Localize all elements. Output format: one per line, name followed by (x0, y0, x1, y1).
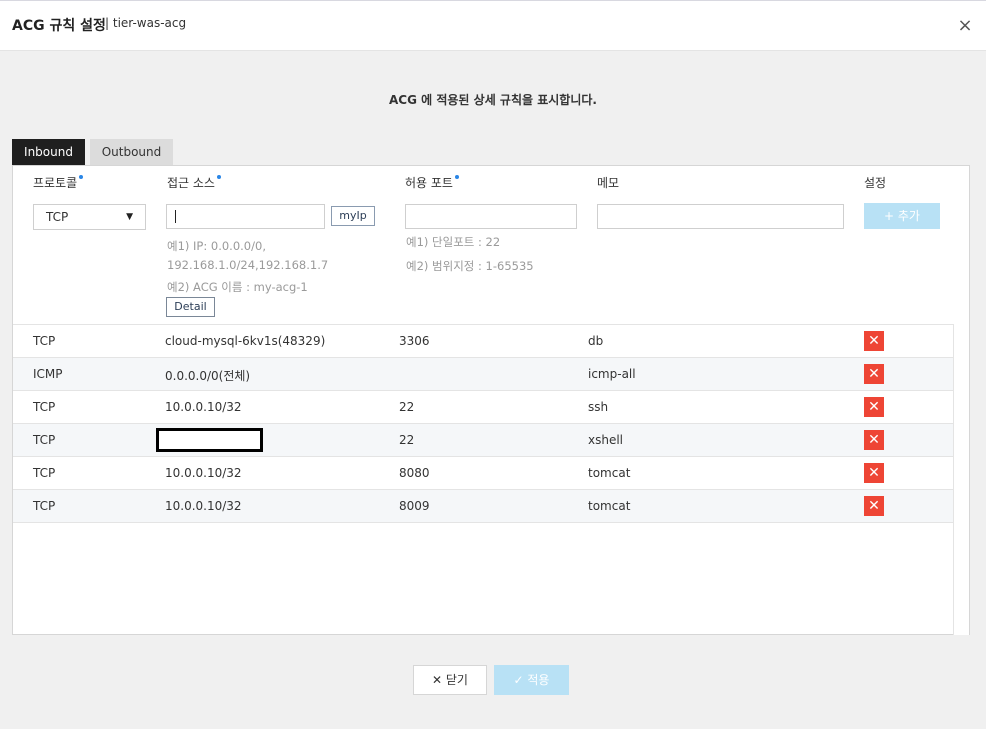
source-hint-example-1b: 192.168.1.0/24,192.168.1.7 (167, 258, 329, 272)
apply-button[interactable]: ✓ 적용 (494, 665, 569, 695)
cell-source: 10.0.0.10/32 (165, 499, 242, 513)
detail-button[interactable]: Detail (166, 297, 215, 317)
cell-memo: tomcat (588, 466, 631, 480)
delete-rule-button[interactable]: ✕ (864, 496, 884, 516)
description-text: ACG 에 적용된 상세 규칙을 표시합니다. (389, 93, 597, 107)
myip-button[interactable]: myIp (331, 206, 375, 226)
tab-outbound[interactable]: Outbound (90, 139, 173, 165)
cell-source: 10.0.0.10/32 (165, 400, 242, 414)
port-hint-example-1: 예1) 단일포트 : 22 (406, 235, 501, 249)
cell-port: 22 (399, 400, 415, 414)
cell-source: 0.0.0.0/0(전체) (165, 369, 251, 383)
rules-scrollbar[interactable] (953, 324, 969, 635)
text-cursor (175, 210, 176, 223)
close-button[interactable]: ✕ 닫기 (413, 665, 487, 695)
port-input[interactable] (405, 204, 577, 229)
port-hint-example-2: 예2) 범위지정 : 1-65535 (406, 259, 534, 273)
delete-rule-button[interactable]: ✕ (864, 463, 884, 483)
cell-memo: ssh (588, 400, 609, 414)
cell-source: 10.0.0.10/32 (165, 466, 242, 480)
required-dot-icon (454, 175, 459, 179)
cell-port: 8080 (399, 466, 430, 480)
table-row: TCP 10.0.0.10/32 22 ssh ✕ (13, 390, 953, 423)
cell-protocol: TCP (33, 400, 56, 414)
column-header-protocol: 프로토콜 (33, 174, 84, 191)
table-row: TCP 10.0.0.10/32 8080 tomcat ✕ (13, 456, 953, 489)
redacted-source-box (156, 428, 263, 452)
cell-port: 22 (399, 433, 415, 447)
cell-port: 8009 (399, 499, 430, 513)
table-bottom-divider (13, 522, 953, 523)
cell-memo: icmp-all (588, 367, 636, 381)
cell-memo: tomcat (588, 499, 631, 513)
cell-protocol: TCP (33, 433, 56, 447)
column-header-memo: 메모 (597, 176, 620, 190)
chevron-down-icon: ▼ (126, 212, 133, 222)
table-row: TCP cloud-mysql-6kv1s(48329) 3306 db ✕ (13, 324, 953, 357)
required-dot-icon (79, 175, 84, 179)
table-row: TCP 22 xshell ✕ (13, 423, 953, 456)
cell-source: cloud-mysql-6kv1s(48329) (165, 334, 326, 348)
column-header-settings: 설정 (864, 176, 887, 190)
tab-inbound[interactable]: Inbound (12, 139, 85, 165)
add-rule-button[interactable]: + 추가 (864, 203, 940, 229)
memo-input[interactable] (597, 204, 844, 229)
table-row: ICMP 0.0.0.0/0(전체) icmp-all ✕ (13, 357, 953, 390)
source-hint-example-2: 예2) ACG 이름 : my-acg-1 (167, 280, 308, 294)
cell-protocol: TCP (33, 334, 56, 348)
cell-memo: db (588, 334, 604, 348)
cell-protocol: TCP (33, 499, 56, 513)
delete-rule-button[interactable]: ✕ (864, 364, 884, 384)
required-dot-icon (216, 175, 221, 179)
column-header-port: 허용 포트 (405, 174, 459, 191)
source-hint-example-1a: 예1) IP: 0.0.0.0/0, (167, 239, 266, 253)
cell-protocol: TCP (33, 466, 56, 480)
cell-port: 3306 (399, 334, 430, 348)
modal-subtitle: | tier-was-acg (105, 16, 187, 30)
modal-header: ACG 규칙 설정 | tier-was-acg × (0, 1, 986, 51)
source-input[interactable] (166, 204, 325, 229)
delete-rule-button[interactable]: ✕ (864, 397, 884, 417)
acg-rule-modal: ACG 규칙 설정 | tier-was-acg × ACG 에 적용된 상세 … (0, 0, 986, 729)
delete-rule-button[interactable]: ✕ (864, 331, 884, 351)
protocol-select[interactable]: TCP ▼ (33, 204, 146, 230)
table-row: TCP 10.0.0.10/32 8009 tomcat ✕ (13, 489, 953, 522)
cell-protocol: ICMP (33, 367, 63, 381)
close-icon[interactable]: × (956, 17, 974, 35)
cell-memo: xshell (588, 433, 624, 447)
delete-rule-button[interactable]: ✕ (864, 430, 884, 450)
column-header-source: 접근 소스 (167, 174, 221, 191)
protocol-select-value: TCP (46, 210, 69, 224)
modal-title: ACG 규칙 설정 (12, 18, 106, 34)
rules-panel: 프로토콜 접근 소스 허용 포트 메모 설정 TCP ▼ myIp + 추가 예… (12, 165, 970, 635)
